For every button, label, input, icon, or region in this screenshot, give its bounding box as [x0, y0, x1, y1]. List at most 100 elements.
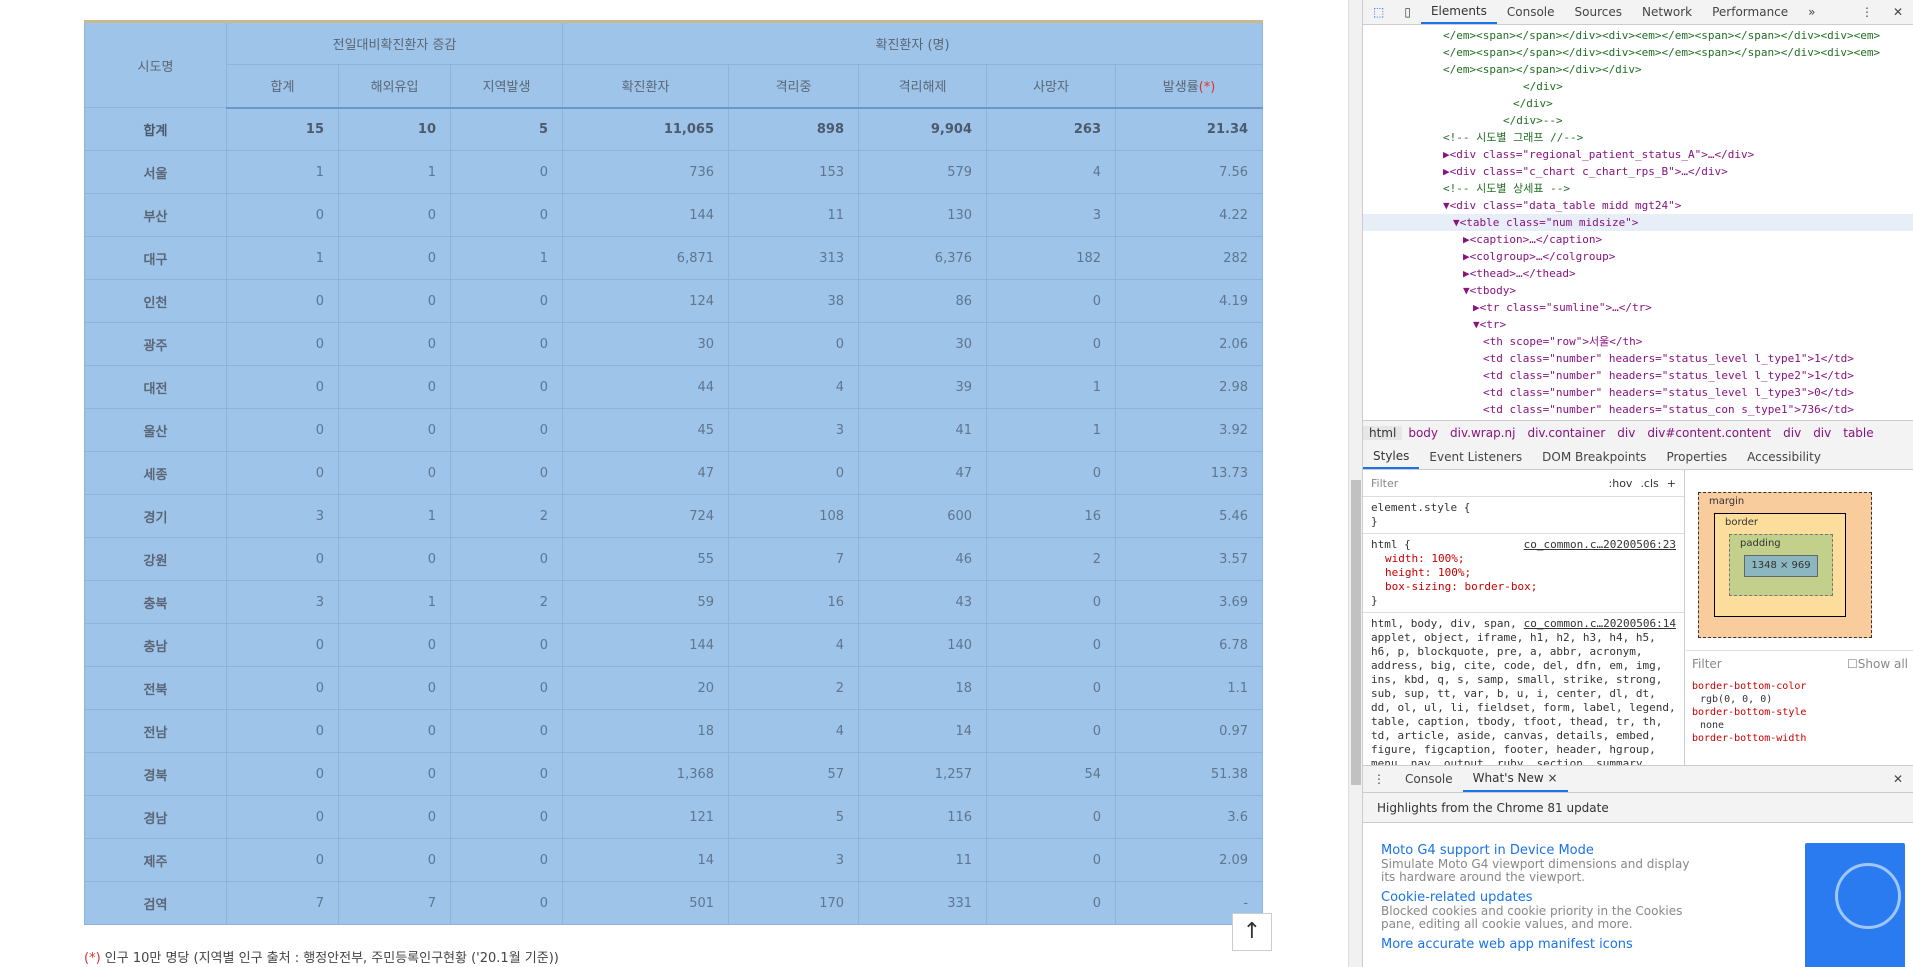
cell-value: 5 [728, 795, 860, 839]
dom-node[interactable]: ▶<thead>…</thead> [1363, 265, 1913, 282]
rule-source-link[interactable]: co_common.c…20200506:23 [1524, 538, 1676, 552]
cell-value: 30 [858, 322, 988, 366]
cell-value: 0 [449, 666, 564, 710]
whats-new-content: Moto G4 support in Device Mode Simulate M… [1363, 823, 1913, 967]
dom-node[interactable]: </div> [1363, 78, 1913, 95]
cell-value: 0 [449, 451, 564, 495]
dom-node[interactable]: <!-- 시도별 상세표 --> [1363, 180, 1913, 197]
table-row: 강원 0 0 0 55 7 46 2 3.57 [84, 537, 1264, 581]
rule-source-link[interactable]: co_common.c…20200506:14 [1524, 617, 1676, 631]
cell-value: 0 [449, 408, 564, 452]
dom-node[interactable]: </em><span></span></div><div><em></em><s… [1363, 44, 1913, 61]
dom-node[interactable]: ▼<table class="num midsize"> [1363, 214, 1913, 231]
dom-node[interactable]: ▶<colgroup>…</colgroup> [1363, 248, 1913, 265]
computed-property[interactable]: border-bottom-color [1692, 680, 1806, 693]
header-confirmed: 확진환자 (명) [562, 21, 1264, 65]
drawer-tab-whats-new[interactable]: What's New × [1462, 766, 1568, 792]
styles-subtab[interactable]: Properties [1656, 445, 1737, 469]
cell-value: 0 [226, 623, 339, 667]
cell-value: 0 [226, 365, 339, 409]
devtools-tab[interactable]: Network [1632, 0, 1702, 24]
cell-value: 1 [449, 236, 564, 280]
cell-value: 121 [562, 795, 730, 839]
hov-button[interactable]: :hov [1609, 477, 1633, 490]
dom-tree[interactable]: </em><span></span></div><div><em></em><s… [1363, 25, 1913, 420]
dom-node[interactable]: <!-- 시도별 그래프 //--> [1363, 129, 1913, 146]
devtools-tab[interactable]: Console [1497, 0, 1565, 24]
dom-node[interactable]: ▼<div class="data_table midd mgt24"> [1363, 197, 1913, 214]
dom-node[interactable]: </em><span></span></div><div><em></em><s… [1363, 27, 1913, 44]
breadcrumb-item[interactable]: div.wrap.nj [1444, 426, 1521, 440]
cell-value: 4.19 [1115, 279, 1264, 323]
cell-value: 59 [562, 580, 730, 624]
cell-value: 4 [986, 150, 1117, 194]
cell-value: 3.69 [1115, 580, 1264, 624]
css-rule[interactable]: element.style {} [1363, 497, 1684, 534]
add-rule-icon[interactable]: + [1667, 477, 1676, 490]
dom-node[interactable]: ▶<tr class="sumline">…</tr> [1363, 299, 1913, 316]
styles-subtab[interactable]: Event Listeners [1419, 445, 1532, 469]
scroll-top-button[interactable]: ↑ [1232, 913, 1272, 951]
dom-node[interactable]: <th scope="row">서울</th> [1363, 333, 1913, 350]
close-drawer-icon[interactable]: ✕ [1883, 766, 1913, 792]
dom-node[interactable]: <td class="number" headers="status_level… [1363, 350, 1913, 367]
device-toolbar-icon[interactable]: ▯ [1394, 0, 1421, 24]
dom-node[interactable]: <td class="number" headers="status_con s… [1363, 401, 1913, 418]
page-scrollbar[interactable] [1348, 0, 1362, 967]
dom-node[interactable]: ▶<div class="c_chart c_chart_rps_B">…</d… [1363, 163, 1913, 180]
css-property[interactable]: box-sizing: border-box; [1371, 580, 1676, 594]
styles-subtab[interactable]: DOM Breakpoints [1532, 445, 1656, 469]
table-row: 부산 0 0 0 144 11 130 3 4.22 [84, 193, 1264, 237]
dom-node[interactable]: ▼<tr> [1363, 316, 1913, 333]
dom-node[interactable]: ▶<div class="regional_patient_status_A">… [1363, 146, 1913, 163]
breadcrumb-item[interactable]: html [1363, 426, 1403, 440]
cell-value: 0 [986, 838, 1117, 882]
cell-value: 0 [338, 279, 451, 323]
inspect-element-icon[interactable]: ⬚ [1363, 0, 1394, 24]
dom-node[interactable]: </div> [1363, 95, 1913, 112]
cell-value: 47 [562, 451, 730, 495]
css-property[interactable]: width: 100%; [1371, 552, 1676, 566]
breadcrumb-item[interactable]: div [1777, 426, 1807, 440]
cell-value: 0 [226, 666, 339, 710]
dom-node[interactable]: <td class="number" headers="status_level… [1363, 367, 1913, 384]
region-name: 부산 [84, 193, 227, 237]
css-property[interactable]: height: 100%; [1371, 566, 1676, 580]
cell-value: 0.97 [1115, 709, 1264, 753]
drawer-menu-icon[interactable]: ⋮ [1363, 766, 1395, 792]
drawer-tab-console[interactable]: Console [1395, 766, 1463, 792]
close-icon[interactable]: ✕ [1883, 0, 1913, 24]
styles-subtab[interactable]: Accessibility [1737, 445, 1831, 469]
breadcrumb-item[interactable]: div [1611, 426, 1641, 440]
css-rule[interactable]: co_common.c…20200506:14 html, body, div, … [1363, 613, 1684, 765]
dom-node[interactable]: <td class="number" headers="status_level… [1363, 384, 1913, 401]
styles-filter-input[interactable]: Filter [1371, 477, 1609, 490]
devtools-tab[interactable]: Elements [1420, 0, 1497, 24]
breadcrumb-item[interactable]: table [1837, 426, 1879, 440]
styles-subtab[interactable]: Styles [1363, 445, 1420, 469]
show-all-checkbox[interactable]: ☐ [1847, 657, 1858, 671]
cell-value: 0 [449, 838, 564, 882]
dom-node[interactable]: ▶<caption>…</caption> [1363, 231, 1913, 248]
computed-filter-input[interactable]: Filter [1692, 657, 1847, 671]
devtools-tab[interactable]: Sources [1565, 0, 1632, 24]
dom-node[interactable]: </em><span></span></div></div> [1363, 61, 1913, 78]
breadcrumb-item[interactable]: body [1402, 426, 1444, 440]
cell-value: 2 [449, 494, 564, 538]
breadcrumb-item[interactable]: div [1807, 426, 1837, 440]
devtools-tab[interactable]: Performance [1702, 0, 1798, 24]
computed-property[interactable]: border-bottom-width [1692, 732, 1806, 745]
css-rule[interactable]: co_common.c…20200506:23 html {width: 100%… [1363, 534, 1684, 613]
devtools-tab[interactable]: » [1798, 0, 1825, 24]
computed-property[interactable]: border-bottom-style [1692, 706, 1806, 719]
cls-button[interactable]: .cls [1640, 477, 1658, 490]
cell-value: 1 [338, 150, 451, 194]
cell-value: 18 [562, 709, 730, 753]
more-options-icon[interactable]: ⋮ [1851, 0, 1883, 24]
breadcrumb-item[interactable]: div#content.content [1641, 426, 1777, 440]
dom-node[interactable]: ▼<tbody> [1363, 282, 1913, 299]
breadcrumb-item[interactable]: div.container [1521, 426, 1611, 440]
cell-value: 0 [338, 795, 451, 839]
table-row: 광주 0 0 0 30 0 30 0 2.06 [84, 322, 1264, 366]
dom-node[interactable]: </div>--> [1363, 112, 1913, 129]
